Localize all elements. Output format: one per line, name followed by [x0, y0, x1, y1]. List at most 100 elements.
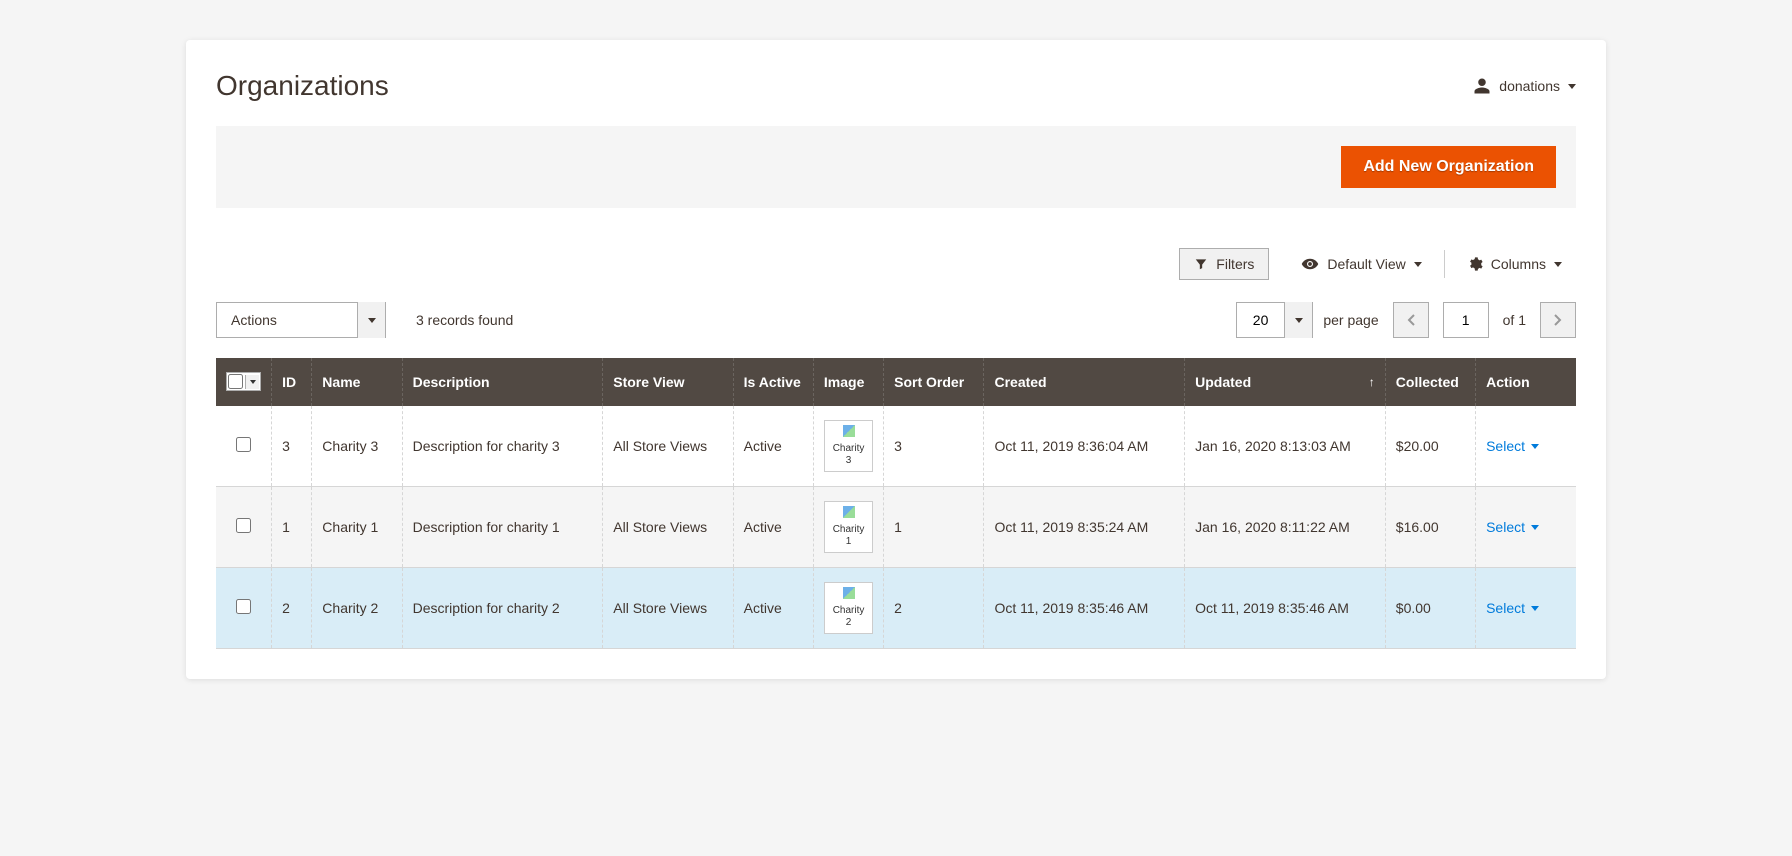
row-action-select[interactable]: Select	[1486, 438, 1539, 454]
table-row[interactable]: 3Charity 3Description for charity 3All S…	[216, 406, 1576, 487]
organizations-table: ID Name Description Store View Is Active…	[216, 358, 1576, 649]
cell-image: Charity 3	[813, 406, 883, 487]
col-is-active[interactable]: Is Active	[733, 358, 813, 406]
caret-down-icon	[1568, 84, 1576, 89]
cell-store-view: All Store Views	[603, 568, 733, 649]
toolbar-left: Actions 3 records found	[216, 302, 513, 338]
cell-store-view: All Store Views	[603, 406, 733, 487]
caret-down-icon	[1531, 444, 1539, 449]
cell-id: 1	[272, 487, 312, 568]
caret-down-icon	[1284, 302, 1312, 338]
col-id[interactable]: ID	[272, 358, 312, 406]
col-updated[interactable]: Updated ↑	[1185, 358, 1386, 406]
pager: of 1	[1393, 302, 1576, 338]
cell-collected: $0.00	[1385, 568, 1475, 649]
cell-created: Oct 11, 2019 8:36:04 AM	[984, 406, 1185, 487]
col-checkbox	[216, 358, 272, 406]
cell-collected: $16.00	[1385, 487, 1475, 568]
cell-is-active: Active	[733, 487, 813, 568]
table-toolbar: Actions 3 records found 20 per page of 1	[216, 302, 1576, 338]
toolbar-right: 20 per page of 1	[1236, 302, 1576, 338]
cell-description: Description for charity 1	[402, 487, 603, 568]
page-size-value: 20	[1237, 312, 1285, 328]
col-updated-label: Updated	[1195, 374, 1251, 390]
page-size-control: 20 per page	[1236, 302, 1379, 338]
caret-down-icon	[357, 302, 385, 338]
image-thumbnail[interactable]: Charity 1	[824, 501, 873, 553]
col-collected[interactable]: Collected	[1385, 358, 1475, 406]
cell-id: 3	[272, 406, 312, 487]
cell-sort-order: 3	[884, 406, 984, 487]
caret-down-icon	[1531, 606, 1539, 611]
cell-name: Charity 3	[312, 406, 402, 487]
caret-down-icon	[1414, 262, 1422, 267]
col-sort-order[interactable]: Sort Order	[884, 358, 984, 406]
per-page-label: per page	[1323, 312, 1378, 328]
row-action-select[interactable]: Select	[1486, 600, 1539, 616]
select-all-checkbox[interactable]	[226, 372, 261, 391]
chevron-right-icon	[1554, 314, 1562, 326]
next-page-button[interactable]	[1540, 302, 1576, 338]
caret-down-icon	[1554, 262, 1562, 267]
cell-id: 2	[272, 568, 312, 649]
broken-image-icon	[843, 587, 855, 599]
cell-collected: $20.00	[1385, 406, 1475, 487]
cell-updated: Jan 16, 2020 8:13:03 AM	[1185, 406, 1386, 487]
records-count: 3 records found	[416, 312, 513, 328]
page-size-select[interactable]: 20	[1236, 302, 1314, 338]
sort-ascending-icon: ↑	[1369, 375, 1375, 389]
image-thumbnail[interactable]: Charity 3	[824, 420, 873, 472]
col-name[interactable]: Name	[312, 358, 402, 406]
cell-updated: Oct 11, 2019 8:35:46 AM	[1185, 568, 1386, 649]
col-image[interactable]: Image	[813, 358, 883, 406]
admin-panel: Organizations donations Add New Organiza…	[186, 40, 1606, 679]
cell-created: Oct 11, 2019 8:35:24 AM	[984, 487, 1185, 568]
table-row[interactable]: 1Charity 1Description for charity 1All S…	[216, 487, 1576, 568]
col-action: Action	[1476, 358, 1576, 406]
chevron-left-icon	[1407, 314, 1415, 326]
default-view-button[interactable]: Default View	[1287, 248, 1435, 280]
user-menu[interactable]: donations	[1473, 77, 1576, 95]
page-number-input[interactable]	[1443, 302, 1489, 338]
user-icon	[1473, 77, 1491, 95]
image-thumbnail[interactable]: Charity 2	[824, 582, 873, 634]
caret-down-icon	[245, 375, 259, 389]
cell-is-active: Active	[733, 568, 813, 649]
filters-button[interactable]: Filters	[1179, 248, 1269, 280]
cell-updated: Jan 16, 2020 8:11:22 AM	[1185, 487, 1386, 568]
funnel-icon	[1194, 257, 1208, 271]
filters-label: Filters	[1216, 256, 1254, 272]
actions-select[interactable]: Actions	[216, 302, 386, 338]
row-checkbox[interactable]	[236, 518, 251, 533]
columns-button[interactable]: Columns	[1453, 249, 1576, 279]
add-new-organization-button[interactable]: Add New Organization	[1341, 146, 1556, 188]
default-view-label: Default View	[1327, 256, 1405, 272]
eye-icon	[1301, 255, 1319, 273]
actions-select-label: Actions	[217, 312, 357, 328]
divider	[1444, 250, 1445, 278]
cell-store-view: All Store Views	[603, 487, 733, 568]
cell-name: Charity 2	[312, 568, 402, 649]
prev-page-button[interactable]	[1393, 302, 1429, 338]
cell-image: Charity 2	[813, 568, 883, 649]
caret-down-icon	[1531, 525, 1539, 530]
checkbox-icon[interactable]	[228, 374, 243, 389]
cell-is-active: Active	[733, 406, 813, 487]
row-checkbox[interactable]	[236, 599, 251, 614]
table-row[interactable]: 2Charity 2Description for charity 2All S…	[216, 568, 1576, 649]
cell-sort-order: 1	[884, 487, 984, 568]
broken-image-icon	[843, 506, 855, 518]
page-header: Organizations donations	[216, 70, 1576, 102]
page-title: Organizations	[216, 70, 389, 102]
row-checkbox[interactable]	[236, 437, 251, 452]
cell-image: Charity 1	[813, 487, 883, 568]
gear-icon	[1467, 256, 1483, 272]
col-store-view[interactable]: Store View	[603, 358, 733, 406]
row-action-select[interactable]: Select	[1486, 519, 1539, 535]
col-description[interactable]: Description	[402, 358, 603, 406]
action-bar: Add New Organization	[216, 126, 1576, 208]
cell-description: Description for charity 3	[402, 406, 603, 487]
col-created[interactable]: Created	[984, 358, 1185, 406]
columns-label: Columns	[1491, 256, 1546, 272]
page-total-label: of 1	[1503, 312, 1526, 328]
